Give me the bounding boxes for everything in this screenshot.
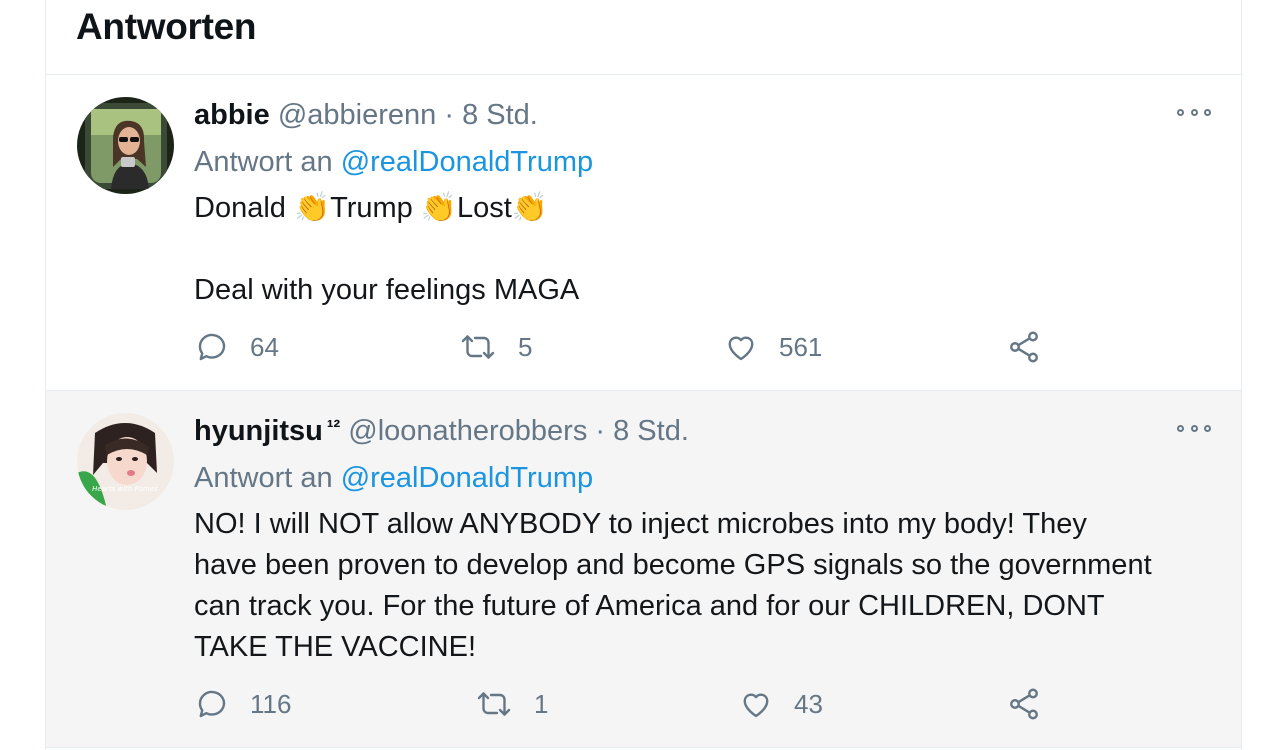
- retweet-icon: [458, 329, 498, 365]
- tweet-text-line: Donald 👏Trump 👏Lost👏: [194, 192, 548, 224]
- more-icon[interactable]: [1177, 421, 1211, 435]
- reply-tweet[interactable]: Hearts with Pomes hyunjitsu ¹² @loonather…: [46, 391, 1241, 748]
- share-icon: [1006, 329, 1042, 365]
- avatar-caption: Hearts with Pomes: [92, 485, 158, 493]
- reply-icon: [194, 329, 230, 365]
- display-name[interactable]: hyunjitsu: [194, 415, 323, 447]
- reply-context: Antwort an @realDonaldTrump: [194, 146, 593, 179]
- like-button[interactable]: 43: [738, 686, 823, 722]
- tweet-actions: 116 1 43: [194, 686, 1094, 726]
- replies-column: Antworten abbie @abbierenn · 8 Std. Antw…: [45, 0, 1242, 750]
- retweet-button[interactable]: 1: [474, 686, 548, 722]
- page-title: Antworten: [76, 6, 257, 47]
- name-badge: ¹²: [326, 417, 341, 439]
- share-button[interactable]: [1006, 329, 1042, 365]
- tweet-header: hyunjitsu ¹² @loonatherobbers · 8 Std.: [194, 415, 689, 448]
- user-handle[interactable]: @loonatherobbers: [348, 415, 587, 447]
- tweet-text: Donald 👏Trump 👏Lost👏 Deal with your feel…: [194, 188, 1184, 311]
- like-icon: [723, 329, 759, 365]
- display-name[interactable]: abbie: [194, 99, 270, 131]
- like-button[interactable]: 561: [723, 329, 822, 365]
- retweet-button[interactable]: 5: [458, 329, 532, 365]
- retweet-icon: [474, 686, 514, 722]
- retweet-count: 1: [534, 688, 549, 719]
- more-icon[interactable]: [1177, 105, 1211, 119]
- reply-prefix: Antwort an: [194, 462, 333, 494]
- reply-button[interactable]: 116: [194, 686, 291, 722]
- retweet-count: 5: [518, 331, 533, 362]
- avatar[interactable]: [77, 97, 174, 194]
- reply-tweet[interactable]: abbie @abbierenn · 8 Std. Antwort an @re…: [46, 75, 1241, 391]
- like-count: 43: [794, 688, 823, 719]
- share-icon: [1006, 686, 1042, 722]
- tweet-text: NO! I will NOT allow ANYBODY to inject m…: [194, 508, 1152, 663]
- reply-icon: [194, 686, 230, 722]
- avatar[interactable]: Hearts with Pomes: [77, 413, 174, 510]
- timestamp[interactable]: 8 Std.: [462, 99, 538, 131]
- reply-prefix: Antwort an: [194, 146, 333, 178]
- reply-count: 116: [250, 688, 292, 719]
- like-icon: [738, 686, 774, 722]
- mention-link[interactable]: @realDonaldTrump: [341, 146, 593, 178]
- separator: ·: [444, 99, 454, 131]
- reply-button[interactable]: 64: [194, 329, 279, 365]
- timestamp[interactable]: 8 Std.: [613, 415, 689, 447]
- tweet-text-line: Deal with your feelings MAGA: [194, 274, 580, 306]
- mention-link[interactable]: @realDonaldTrump: [341, 462, 593, 494]
- replies-header: Antworten: [46, 0, 1241, 75]
- reply-count: 64: [250, 331, 279, 362]
- share-button[interactable]: [1006, 686, 1042, 722]
- reply-context: Antwort an @realDonaldTrump: [194, 462, 593, 495]
- like-count: 561: [779, 331, 823, 362]
- separator: ·: [595, 415, 606, 447]
- tweet-actions: 64 5 561: [194, 329, 1094, 369]
- tweet-header: abbie @abbierenn · 8 Std.: [194, 99, 538, 132]
- user-handle[interactable]: @abbierenn: [278, 99, 436, 131]
